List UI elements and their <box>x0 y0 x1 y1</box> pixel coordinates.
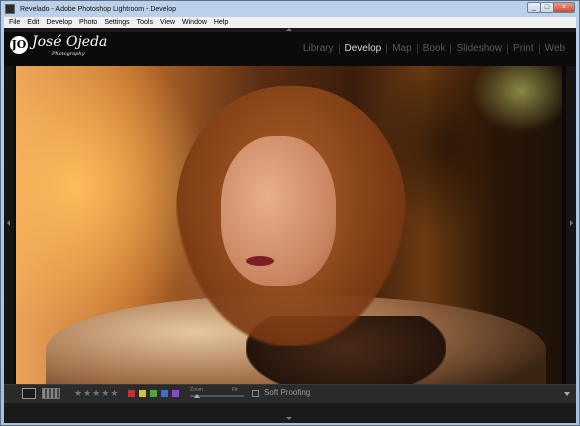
module-book[interactable]: Book <box>416 44 451 54</box>
photo-preview[interactable] <box>16 66 562 384</box>
menu-bar: File Edit Develop Photo Settings Tools V… <box>4 17 576 28</box>
color-label-green[interactable] <box>150 390 157 397</box>
right-panel-toggle[interactable] <box>566 66 576 384</box>
star-icon[interactable]: ★ <box>74 388 82 399</box>
soft-proofing-label: Soft Proofing <box>264 388 311 397</box>
lightroom-workspace: JO José Ojeda Photography Library Develo… <box>4 28 576 423</box>
expand-left-icon[interactable] <box>7 220 10 226</box>
app-window: Revelado - Adobe Photoshop Lightroom - D… <box>0 0 580 426</box>
menu-develop[interactable]: Develop <box>46 19 72 26</box>
logo-badge: JO <box>10 36 28 54</box>
color-label-blue[interactable] <box>161 390 168 397</box>
menu-file[interactable]: File <box>9 19 20 26</box>
zoom-label: Zoom <box>190 387 203 393</box>
before-after-view-button[interactable] <box>42 388 60 399</box>
color-labels <box>128 390 183 397</box>
module-print[interactable]: Print <box>507 44 539 54</box>
title-bar: Revelado - Adobe Photoshop Lightroom - D… <box>1 1 579 17</box>
module-picker: Library Develop Map Book Slideshow Print… <box>298 44 570 54</box>
module-develop[interactable]: Develop <box>338 44 387 54</box>
develop-toolbar: ★ ★ ★ ★ ★ Zoom Fit Soft Proofing <box>4 384 576 403</box>
menu-tools[interactable]: Tools <box>137 19 153 26</box>
menu-window[interactable]: Window <box>182 19 207 26</box>
module-library[interactable]: Library <box>298 44 339 54</box>
close-button[interactable]: × <box>553 2 575 13</box>
collapse-down-icon[interactable] <box>286 417 292 420</box>
star-icon[interactable]: ★ <box>110 388 118 399</box>
star-icon[interactable]: ★ <box>83 388 91 399</box>
star-rating[interactable]: ★ ★ ★ ★ ★ <box>74 388 119 399</box>
filmstrip-toggle-strip[interactable] <box>4 403 576 423</box>
menu-view[interactable]: View <box>160 19 175 26</box>
module-web[interactable]: Web <box>538 44 570 54</box>
photo-face-region <box>221 136 336 286</box>
color-label-yellow[interactable] <box>139 390 146 397</box>
maximize-button[interactable]: □ <box>540 2 554 13</box>
menu-settings[interactable]: Settings <box>104 19 129 26</box>
menu-photo[interactable]: Photo <box>79 19 97 26</box>
identity-plate-bar: JO José Ojeda Photography Library Develo… <box>4 32 576 66</box>
identity-plate-subtitle: Photography <box>52 51 85 57</box>
photo-lips-region <box>246 256 274 266</box>
zoom-slider-thumb[interactable] <box>194 394 200 398</box>
left-panel-toggle[interactable] <box>4 66 14 384</box>
caption-buttons: _ □ × <box>527 2 575 13</box>
fit-label: Fit <box>232 387 238 393</box>
soft-proofing-checkbox[interactable] <box>252 390 259 397</box>
color-label-purple[interactable] <box>172 390 179 397</box>
window-title: Revelado - Adobe Photoshop Lightroom - D… <box>20 5 177 13</box>
module-slideshow[interactable]: Slideshow <box>450 44 507 54</box>
collapse-up-icon[interactable] <box>286 28 292 31</box>
identity-plate-name: José Ojeda <box>32 34 108 50</box>
toolbar-menu-chevron-icon[interactable] <box>564 392 570 396</box>
star-icon[interactable]: ★ <box>101 388 109 399</box>
color-label-red[interactable] <box>128 390 135 397</box>
expand-right-icon[interactable] <box>570 220 573 226</box>
lightroom-app-icon <box>5 4 15 14</box>
loupe-view-button[interactable] <box>22 388 36 399</box>
menu-edit[interactable]: Edit <box>27 19 39 26</box>
menu-help[interactable]: Help <box>214 19 228 26</box>
minimize-button[interactable]: _ <box>527 2 541 13</box>
star-icon[interactable]: ★ <box>92 388 100 399</box>
module-map[interactable]: Map <box>386 44 416 54</box>
